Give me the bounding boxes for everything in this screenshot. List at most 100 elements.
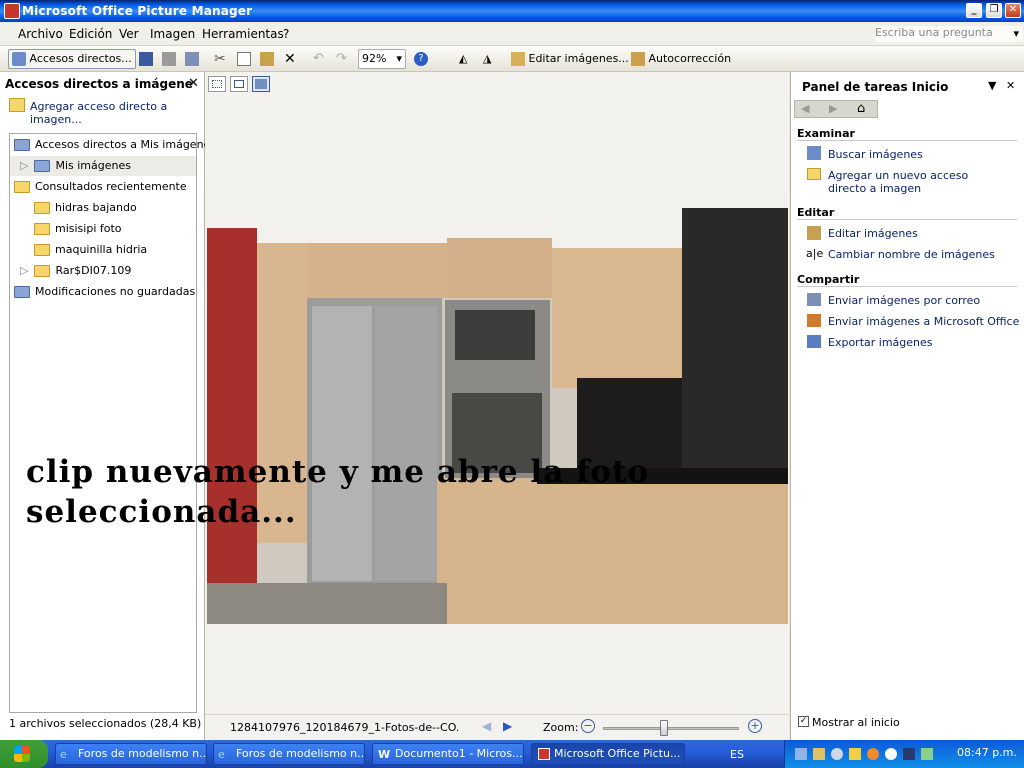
link-cambiar-nombre[interactable]: Cambiar nombre de imágenes bbox=[828, 248, 995, 261]
home-icon[interactable]: ⌂ bbox=[857, 101, 865, 116]
add-shortcut-link[interactable]: Agregar acceso directo a imagen... bbox=[30, 100, 190, 126]
shortcuts-pane-header: Accesos directos a imágene bbox=[5, 77, 193, 91]
close-button[interactable]: ✕ bbox=[1005, 3, 1021, 18]
help-button[interactable]: ? bbox=[410, 49, 432, 69]
tray-volume-icon[interactable] bbox=[831, 748, 843, 760]
menu-herramientas[interactable]: Herramientas bbox=[202, 27, 284, 41]
add-shortcut-folder-icon bbox=[807, 168, 821, 180]
help-question-box[interactable]: Escriba una pregunta ▾ bbox=[875, 26, 1023, 42]
undo-button[interactable]: ↶ bbox=[309, 49, 328, 69]
tray-update-icon[interactable] bbox=[867, 748, 879, 760]
forward-icon[interactable]: ▶ bbox=[829, 102, 837, 115]
tray-b-icon[interactable] bbox=[885, 748, 897, 760]
unsaved-folder-icon bbox=[14, 286, 30, 298]
folder-icon bbox=[34, 244, 50, 256]
help-icon: ? bbox=[414, 52, 428, 66]
delete-button[interactable]: ✕ bbox=[280, 49, 300, 69]
autocorrect-button[interactable]: Autocorrección bbox=[627, 49, 735, 69]
zoom-slider-thumb[interactable] bbox=[660, 720, 669, 736]
shortcuts-icon bbox=[12, 52, 26, 66]
copy-button[interactable] bbox=[233, 49, 255, 69]
menu-ver[interactable]: Ver bbox=[119, 27, 139, 41]
show-on-start-checkbox[interactable]: ✓ bbox=[798, 716, 809, 727]
minimize-button[interactable]: _ bbox=[966, 3, 982, 18]
folder-icon bbox=[34, 202, 50, 214]
expand-arrow-icon: ▷ bbox=[20, 159, 29, 172]
zoom-out-icon[interactable]: − bbox=[581, 719, 595, 733]
divider bbox=[797, 140, 1017, 141]
filmstrip-view-button[interactable] bbox=[230, 76, 248, 92]
folder-icon bbox=[34, 265, 51, 277]
export-images-icon bbox=[807, 335, 821, 348]
tree-item-shortcuts[interactable]: Accesos directos a Mis imágenes bbox=[14, 135, 216, 155]
link-buscar-imagenes[interactable]: Buscar imágenes bbox=[828, 148, 923, 161]
print-button[interactable] bbox=[158, 49, 180, 69]
paste-button[interactable] bbox=[256, 49, 278, 69]
kitchen-photo-image bbox=[207, 188, 788, 624]
ie-icon: e bbox=[218, 748, 225, 761]
rotate-left-icon: ◭ bbox=[459, 52, 468, 65]
menu-bar: Archivo Edición Ver Imagen Herramientas … bbox=[0, 22, 1024, 46]
section-compartir: Compartir bbox=[797, 273, 860, 286]
redo-button[interactable]: ↷ bbox=[332, 49, 351, 69]
menu-imagen[interactable]: Imagen bbox=[150, 27, 195, 41]
tree-item-maquinilla[interactable]: maquinilla hidria bbox=[34, 240, 147, 260]
divider bbox=[797, 219, 1017, 220]
ie-icon: e bbox=[60, 748, 67, 761]
window-title: Microsoft Office Picture Manager bbox=[22, 4, 253, 18]
tray-display-icon[interactable] bbox=[903, 748, 915, 760]
task-foros-2[interactable]: Foros de modelismo n... bbox=[213, 743, 365, 765]
link-editar-imagenes[interactable]: Editar imágenes bbox=[828, 227, 918, 240]
link-enviar-office[interactable]: Enviar imágenes a Microsoft Office bbox=[828, 315, 1019, 328]
link-enviar-correo[interactable]: Enviar imágenes por correo bbox=[828, 294, 980, 307]
link-exportar[interactable]: Exportar imágenes bbox=[828, 336, 933, 349]
back-icon[interactable]: ◀ bbox=[801, 102, 809, 115]
tree-item-recent[interactable]: Consultados recientemente bbox=[14, 177, 187, 197]
start-button[interactable] bbox=[0, 740, 48, 768]
restore-button[interactable]: ❐ bbox=[986, 3, 1002, 18]
zoom-value: 92% bbox=[362, 52, 387, 65]
save-button[interactable] bbox=[135, 49, 157, 69]
rotate-left-button[interactable]: ◭ bbox=[455, 49, 471, 69]
tree-item-hidras[interactable]: hidras bajando bbox=[34, 198, 137, 218]
link-add-shortcut[interactable]: Agregar un nuevo acceso directo a imagen bbox=[828, 169, 1008, 195]
print-icon bbox=[162, 52, 176, 66]
word-icon: W bbox=[378, 748, 391, 761]
tree-item-rar[interactable]: ▷ Rar$DI07.109 bbox=[10, 261, 131, 281]
task-documento1[interactable]: Documento1 - Micros... bbox=[372, 743, 524, 765]
toolbar: Accesos directos... ✂ ✕ ↶ ↷ 92% ▾ ? ◭ ◮ … bbox=[0, 46, 1024, 72]
chevron-down-icon: ▾ bbox=[396, 52, 402, 65]
system-tray: 08:47 p.m. bbox=[784, 740, 1024, 768]
tray-messenger-icon[interactable] bbox=[849, 748, 861, 760]
single-picture-view-button[interactable] bbox=[252, 76, 270, 92]
email-button[interactable] bbox=[181, 49, 203, 69]
edit-images-button[interactable]: Editar imágenes... bbox=[507, 49, 633, 69]
menu-archivo[interactable]: Archivo bbox=[18, 27, 63, 41]
zoom-in-icon[interactable]: + bbox=[748, 719, 762, 733]
menu-help[interactable]: ? bbox=[283, 27, 289, 41]
tree-item-mis-imagenes[interactable]: ▷ Mis imágenes bbox=[10, 156, 196, 176]
task-picture-manager[interactable]: Microsoft Office Pictu... bbox=[531, 743, 685, 765]
photo-overlay-caption: clip nuevamente y me abre la foto selecc… bbox=[26, 454, 650, 530]
zoom-slider-track[interactable] bbox=[603, 727, 739, 730]
menu-edicion[interactable]: Edición bbox=[69, 27, 112, 41]
zoom-dropdown[interactable]: 92% ▾ bbox=[358, 49, 406, 69]
rename-icon: a|e bbox=[806, 247, 824, 260]
task-pane-close-icon[interactable]: ✕ bbox=[1006, 79, 1015, 92]
task-foros-1[interactable]: Foros de modelismo n... bbox=[55, 743, 207, 765]
next-picture-icon[interactable]: ▶ bbox=[503, 719, 512, 733]
previous-picture-icon[interactable]: ◀ bbox=[482, 719, 491, 733]
tree-item-misisipi[interactable]: misisipi foto bbox=[34, 219, 122, 239]
tray-misc-icon[interactable] bbox=[921, 748, 933, 760]
rotate-right-button[interactable]: ◮ bbox=[479, 49, 495, 69]
thumbnail-view-button[interactable] bbox=[208, 76, 226, 92]
close-pane-icon[interactable]: ✕ bbox=[188, 76, 199, 91]
tree-label: Mis imágenes bbox=[55, 159, 131, 172]
tray-security-icon[interactable] bbox=[813, 748, 825, 760]
tree-item-unsaved[interactable]: Modificaciones no guardadas bbox=[14, 282, 195, 302]
task-pane-menu-chevron-icon[interactable]: ▼ bbox=[988, 79, 996, 92]
language-indicator[interactable]: ES bbox=[730, 748, 744, 761]
cut-button[interactable]: ✂ bbox=[210, 49, 230, 69]
shortcuts-button[interactable]: Accesos directos... bbox=[8, 49, 136, 69]
tray-network-icon[interactable] bbox=[795, 748, 807, 760]
